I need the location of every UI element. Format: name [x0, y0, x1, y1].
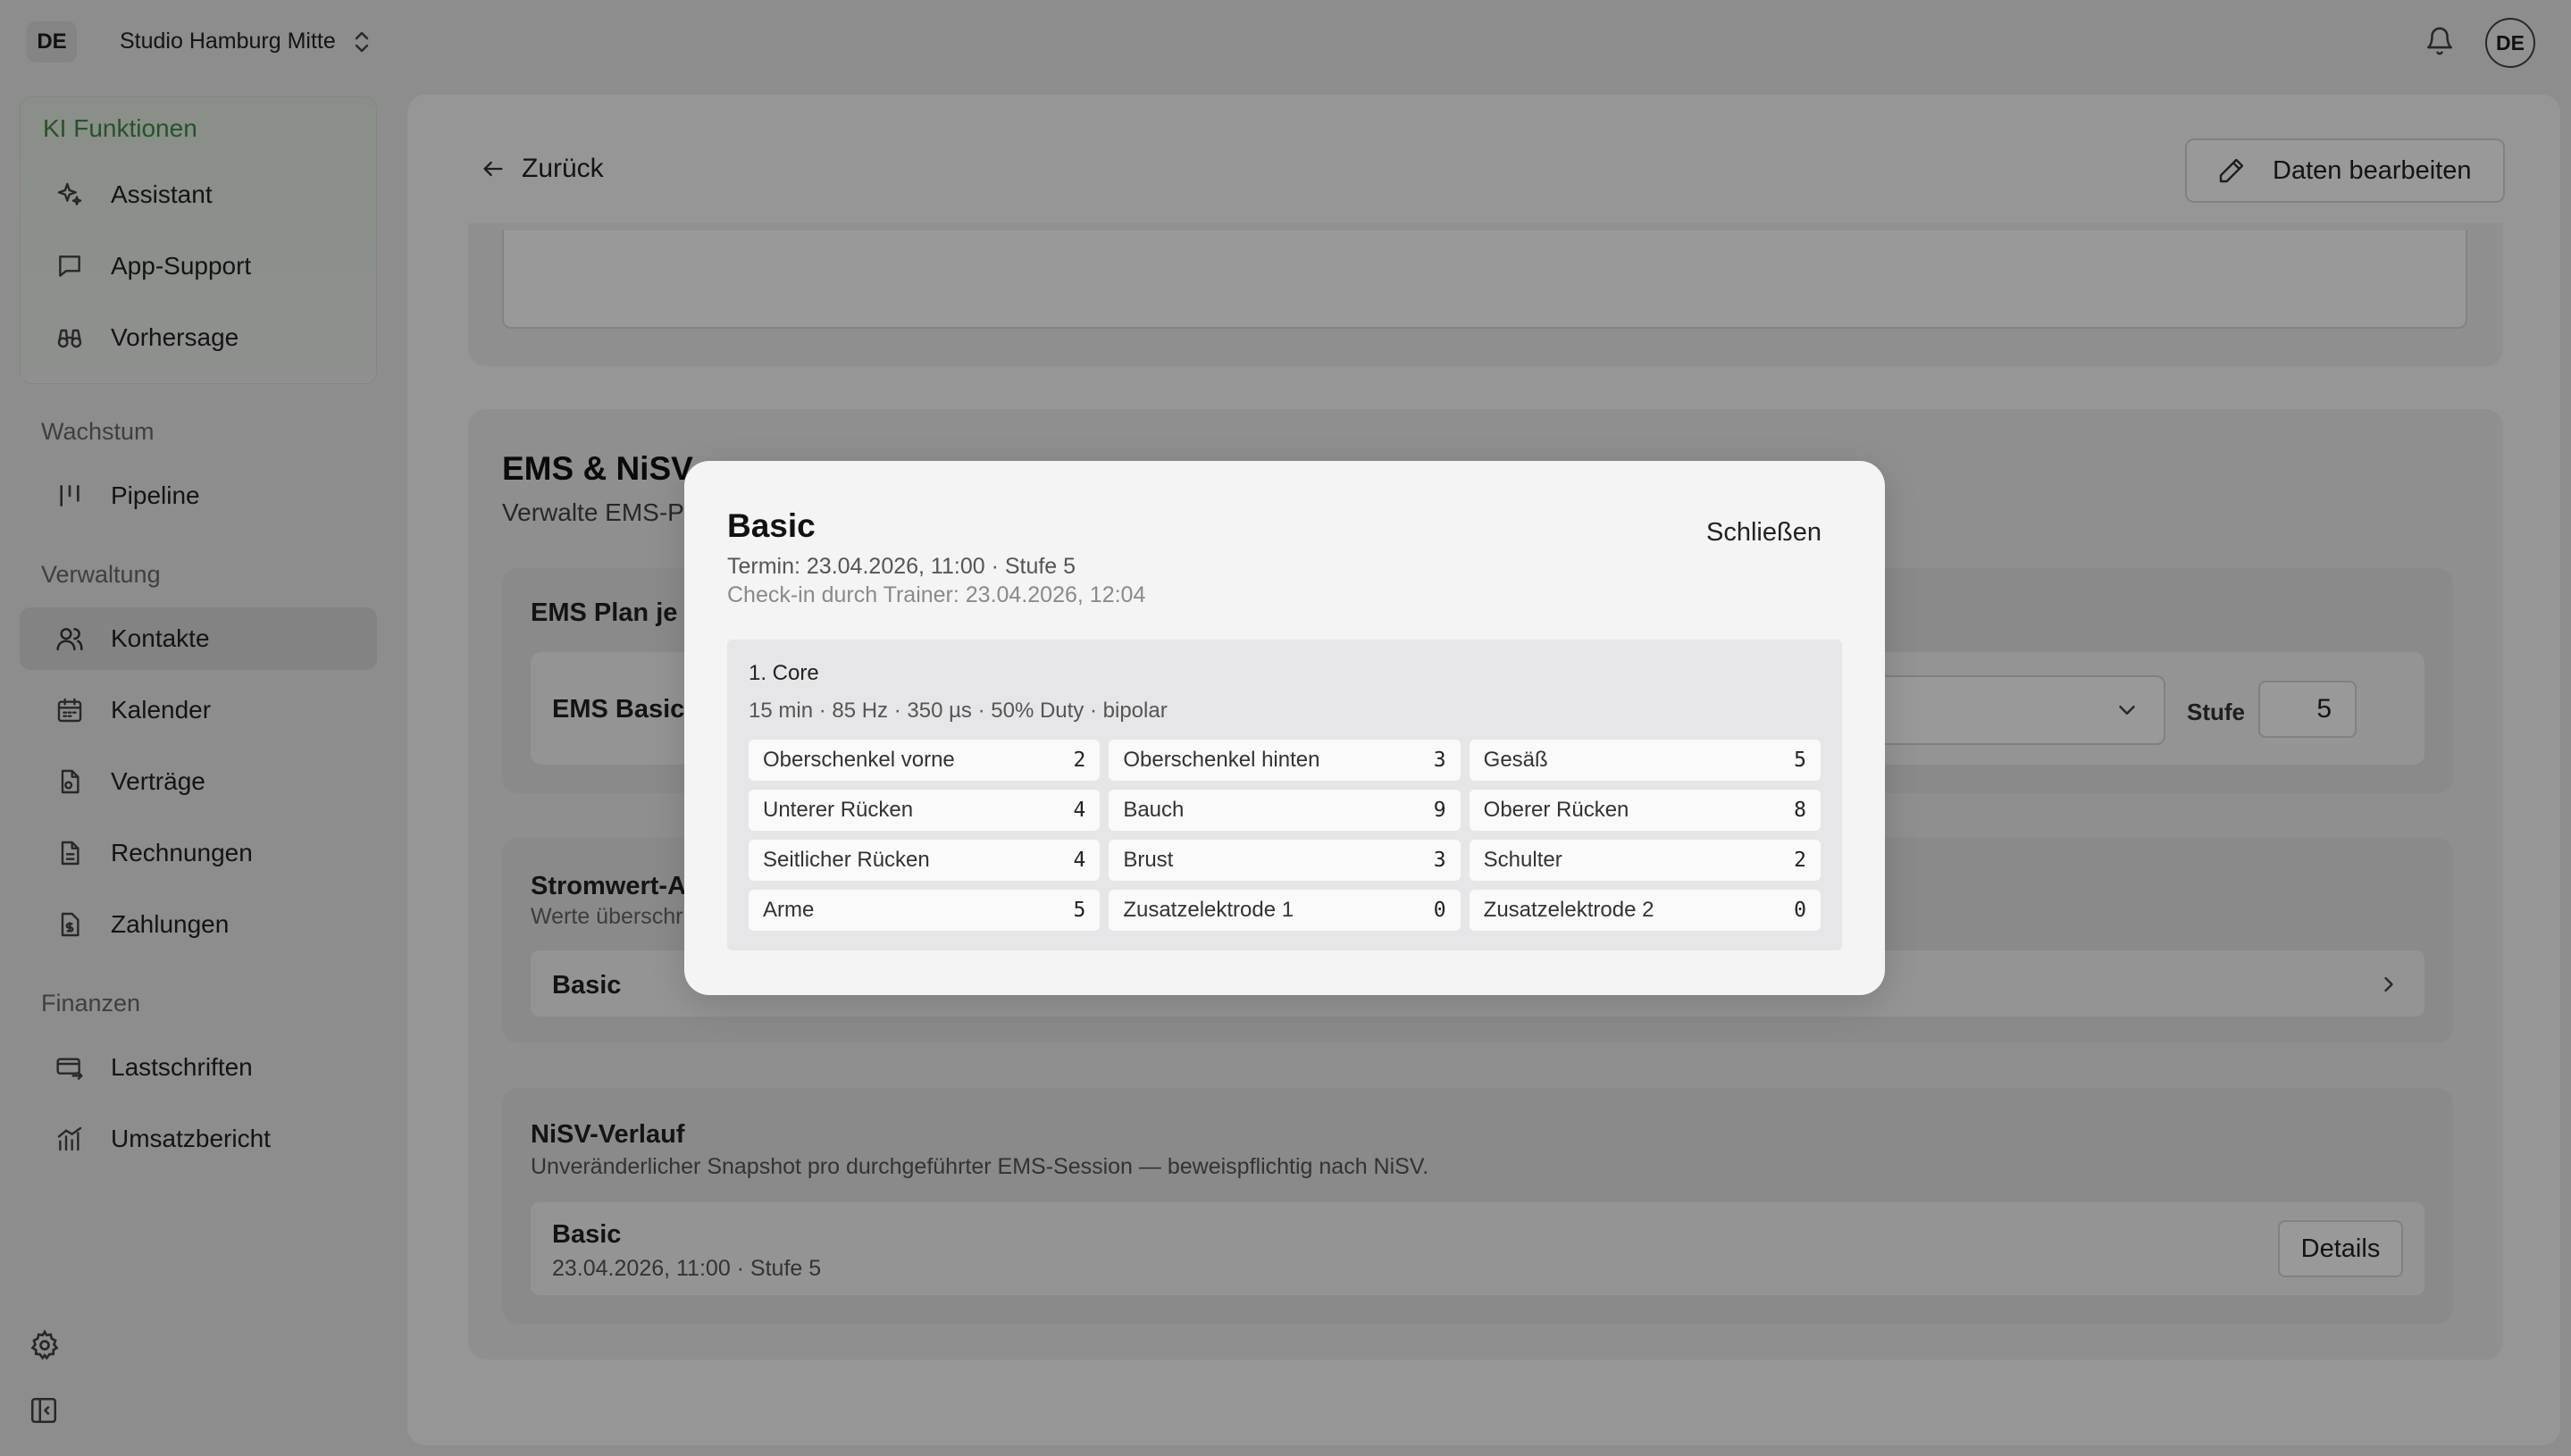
electrode-cell: Oberer Rücken 8	[1469, 790, 1821, 831]
electrode-value: 9	[1433, 799, 1446, 822]
electrode-label: Seitlicher Rücken	[763, 848, 930, 872]
electrode-value: 2	[1794, 849, 1806, 872]
electrode-cell: Seitlicher Rücken 4	[749, 840, 1101, 881]
electrode-label: Schulter	[1483, 848, 1562, 872]
modal-termin: Termin: 23.04.2026, 11:00 · Stufe 5	[727, 554, 1076, 579]
electrode-label: Zusatzelektrode 1	[1123, 898, 1294, 922]
electrode-cell: Zusatzelektrode 2 0	[1469, 890, 1821, 931]
electrode-cell: Brust 3	[1109, 840, 1461, 881]
electrode-cell: Unterer Rücken 4	[749, 790, 1101, 831]
electrode-cell: Arme 5	[749, 890, 1101, 931]
electrode-value: 5	[1794, 749, 1806, 772]
electrode-label: Oberschenkel vorne	[763, 748, 955, 772]
electrode-value: 0	[1433, 899, 1446, 922]
electrode-value: 4	[1073, 799, 1086, 822]
electrode-value: 5	[1073, 899, 1086, 922]
electrode-label: Oberschenkel hinten	[1123, 748, 1320, 772]
electrode-label: Brust	[1123, 848, 1174, 872]
electrode-value: 2	[1073, 749, 1086, 772]
electrode-cell: Gesäß 5	[1469, 740, 1821, 781]
electrode-label: Bauch	[1123, 798, 1185, 822]
electrode-cell: Oberschenkel hinten 3	[1109, 740, 1461, 781]
electrode-label: Arme	[763, 898, 815, 922]
electrode-cell: Schulter 2	[1469, 840, 1821, 881]
electrode-label: Unterer Rücken	[763, 798, 914, 822]
electrode-value: 3	[1433, 849, 1446, 872]
program-block-title: 1. Core	[749, 661, 819, 685]
electrode-label: Zusatzelektrode 2	[1483, 898, 1654, 922]
electrode-label: Gesäß	[1483, 748, 1548, 772]
close-button[interactable]: Schließen	[1706, 518, 1821, 548]
electrode-cell: Bauch 9	[1109, 790, 1461, 831]
modal-title: Basic	[727, 507, 816, 544]
electrode-cell: Zusatzelektrode 1 0	[1109, 890, 1461, 931]
electrode-grid: Oberschenkel vorne 2 Oberschenkel hinten 3…	[749, 740, 1821, 931]
electrode-value: 3	[1433, 749, 1446, 772]
electrode-cell: Oberschenkel vorne 2	[749, 740, 1101, 781]
electrode-value: 0	[1794, 899, 1806, 922]
electrode-label: Oberer Rücken	[1483, 798, 1629, 822]
modal-checkin: Check-in durch Trainer: 23.04.2026, 12:0…	[727, 582, 1146, 607]
electrode-value: 4	[1073, 849, 1086, 872]
program-block-params: 15 min · 85 Hz · 350 µs · 50% Duty · bip…	[749, 699, 1168, 723]
electrode-value: 8	[1794, 799, 1806, 822]
